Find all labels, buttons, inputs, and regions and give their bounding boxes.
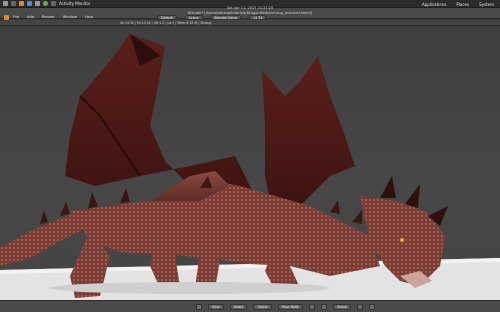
mode-dropdown[interactable]: Pose Mode [277,303,303,310]
scene-field[interactable]: Scene [184,14,203,20]
layer-icon[interactable] [357,303,364,310]
3d-viewport[interactable] [0,26,500,301]
shading-icon[interactable] [308,303,315,310]
dragon-eye [400,238,404,242]
version-field: v2.74 [249,14,267,20]
menu-file[interactable]: File [9,15,23,19]
dragon-shadow [50,282,330,294]
view-menu-icon[interactable] [196,303,202,310]
dragon-body [70,181,380,276]
menu-help[interactable]: Help [81,15,97,19]
render-engine-field[interactable]: Blender Game [210,14,242,20]
viewport-canvas [0,34,500,301]
orientation-dropdown[interactable]: Global [332,303,352,310]
window-clock: Sat Apr 11, 2015 21:21:25 [226,6,274,10]
screen-layout-field[interactable]: Default [157,14,177,20]
object-menu[interactable]: Object [253,303,272,310]
menu-add[interactable]: Add [23,15,38,19]
select-menu[interactable]: Select [229,303,248,310]
viewport-header: View Select Object Pose Mode Global [0,300,500,312]
pivot-icon[interactable] [320,303,327,310]
scene-stats: Ve:14.3k | Fa:13.2k | Ob:1-2 | La:1 | Me… [120,20,212,25]
lock-icon[interactable] [369,303,376,310]
view-menu[interactable]: View [208,303,224,310]
menu-window[interactable]: Window [59,15,81,19]
menu-render[interactable]: Render [38,15,59,19]
